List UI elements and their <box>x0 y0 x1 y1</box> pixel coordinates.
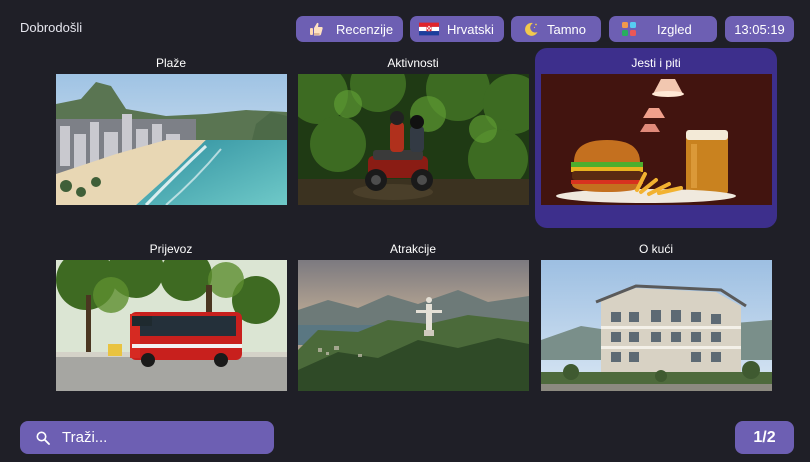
tile-about-house[interactable]: O kući <box>535 234 777 414</box>
search-label: Traži... <box>62 429 108 446</box>
greeting-text: Dobrodošli <box>20 20 83 35</box>
page-indicator-label: 1/2 <box>753 428 776 446</box>
search-icon <box>36 431 50 445</box>
tile-title: Prijevoz <box>149 242 193 256</box>
grid-icon <box>619 19 639 39</box>
tile-title: Jesti i piti <box>631 56 681 70</box>
page-indicator-button[interactable]: 1/2 <box>735 421 794 454</box>
red-bus-photo <box>56 260 287 391</box>
burger-beer-photo <box>541 74 772 205</box>
tile-beaches[interactable]: Plaže <box>50 48 292 228</box>
clock-time: 13:05:19 <box>734 21 785 37</box>
layout-button[interactable]: Izgled <box>609 16 717 42</box>
layout-label: Izgled <box>657 21 692 37</box>
tile-attractions[interactable]: Atrakcije <box>292 234 534 414</box>
theme-label: Tamno <box>547 21 587 37</box>
tile-food-drink[interactable]: Jesti i piti <box>535 48 777 228</box>
tile-activities[interactable]: Aktivnosti <box>292 48 534 228</box>
hotel-building-photo <box>541 260 772 391</box>
search-input[interactable]: Traži... <box>20 421 274 454</box>
mountain-statue-photo <box>298 260 529 391</box>
atv-forest-photo <box>298 74 529 205</box>
reviews-button[interactable]: Recenzije <box>296 16 403 42</box>
tile-title: Atrakcije <box>389 242 436 256</box>
tile-title: Aktivnosti <box>387 56 439 70</box>
tile-title: Plaže <box>155 56 187 70</box>
clock: 13:05:19 <box>725 16 794 42</box>
thumbs-up-icon <box>306 19 326 39</box>
beach-city-photo <box>56 74 287 205</box>
tile-transport[interactable]: Prijevoz <box>50 234 292 414</box>
theme-button[interactable]: Tamno <box>511 16 601 42</box>
tile-title: O kući <box>638 242 673 256</box>
language-label: Hrvatski <box>447 21 494 37</box>
reviews-label: Recenzije <box>336 21 394 37</box>
home-screen: Dobrodošli Recenzije Hrvatski Tamno Izgl… <box>0 0 810 462</box>
moon-icon <box>521 19 541 39</box>
croatia-flag-icon <box>419 19 439 39</box>
language-button[interactable]: Hrvatski <box>410 16 504 42</box>
